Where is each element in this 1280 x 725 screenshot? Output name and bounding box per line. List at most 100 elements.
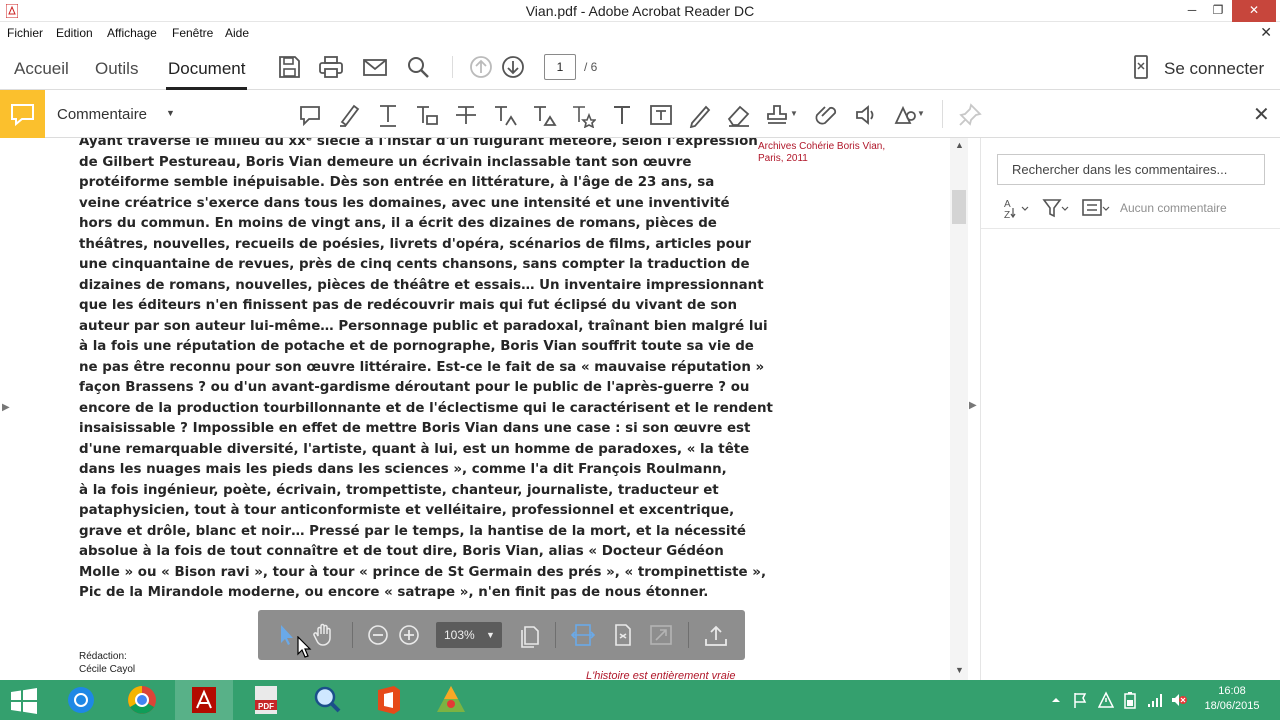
taskbar-app-acrobat[interactable] xyxy=(175,680,233,720)
tab-document[interactable]: Document xyxy=(165,59,248,90)
right-panel-toggle-icon[interactable]: ▶ xyxy=(969,400,977,411)
magnifier-icon xyxy=(314,686,341,713)
menu-affichage[interactable]: Affichage xyxy=(107,26,157,40)
record-audio-icon[interactable] xyxy=(853,102,879,128)
search-icon[interactable] xyxy=(405,54,431,80)
hand-tool-icon[interactable] xyxy=(311,622,337,648)
taskbar-app-office[interactable] xyxy=(360,680,418,720)
vertical-scrollbar[interactable]: ▲ ▼ xyxy=(950,138,968,680)
highlight-icon[interactable] xyxy=(336,102,362,128)
strikethrough-icon[interactable] xyxy=(453,102,479,128)
pencil-icon[interactable] xyxy=(687,102,713,128)
text-box-icon[interactable] xyxy=(648,102,674,128)
menu-edition[interactable]: Edition xyxy=(56,26,93,40)
minimize-button[interactable]: ─ xyxy=(1180,0,1204,22)
zoom-out-icon[interactable] xyxy=(365,622,391,648)
taskbar-app-pdf-tool[interactable]: PDF xyxy=(237,680,295,720)
action-center-icon[interactable] xyxy=(1098,691,1114,709)
add-text-icon[interactable] xyxy=(609,102,635,128)
page-total: / 6 xyxy=(584,60,598,74)
add-note-text-icon[interactable] xyxy=(531,102,557,128)
redaction-credit: Rédaction: Cécile Cayol xyxy=(79,650,135,676)
previous-page-icon[interactable] xyxy=(468,54,494,80)
flag-icon[interactable] xyxy=(1072,691,1088,709)
maximize-button[interactable]: ❐ xyxy=(1206,0,1230,22)
print-icon[interactable] xyxy=(318,54,344,80)
insert-text-icon[interactable] xyxy=(492,102,518,128)
search-comments-input[interactable]: Rechercher dans les commentaires... xyxy=(997,154,1265,185)
document-text-line: une cinquantaine de revues, près de cinq… xyxy=(79,257,750,272)
next-page-icon[interactable] xyxy=(500,54,526,80)
shapes-icon[interactable] xyxy=(893,102,919,128)
page-number-input[interactable]: 1 xyxy=(544,54,576,80)
text-star-icon[interactable] xyxy=(570,102,596,128)
menu-fenetre[interactable]: Fenêtre xyxy=(172,26,213,40)
document-text-line: dizaines de romans, nouvelles, pièces de… xyxy=(79,277,764,293)
menu-aide[interactable]: Aide xyxy=(225,26,249,40)
filter-icon[interactable] xyxy=(1041,196,1071,220)
svg-text:PDF: PDF xyxy=(258,702,274,711)
volume-muted-icon[interactable] xyxy=(1170,691,1188,709)
text-underline-icon[interactable] xyxy=(375,102,401,128)
window-close-button[interactable]: ✕ xyxy=(1232,0,1276,22)
chevron-down-icon: ▼ xyxy=(486,630,495,640)
full-screen-icon[interactable] xyxy=(648,622,674,648)
sort-az-icon[interactable]: A Z xyxy=(1003,196,1033,220)
comment-options-icon[interactable] xyxy=(1081,196,1113,220)
scroll-down-icon[interactable]: ▼ xyxy=(955,665,964,675)
system-clock[interactable]: 16:08 18/06/2015 xyxy=(1196,684,1268,714)
show-hidden-icons-icon[interactable] xyxy=(1050,694,1062,706)
pin-icon[interactable] xyxy=(957,102,983,128)
document-text-line: d'une remarquable diversité, l'artiste, … xyxy=(79,441,750,457)
tab-outils[interactable]: Outils xyxy=(95,59,138,79)
fit-width-icon[interactable] xyxy=(570,622,596,648)
tab-accueil[interactable]: Accueil xyxy=(14,59,69,79)
fit-page-icon[interactable] xyxy=(610,622,636,648)
pdf-file-icon: PDF xyxy=(255,686,277,714)
stamp-dropdown-icon[interactable]: ▼ xyxy=(790,109,798,118)
attach-file-icon[interactable] xyxy=(814,102,840,128)
svg-text:Z: Z xyxy=(1004,210,1010,220)
speech-bubble-icon xyxy=(11,104,34,127)
windows-start-icon[interactable] xyxy=(10,688,38,714)
scroll-up-icon[interactable]: ▲ xyxy=(955,140,964,150)
document-text-line: hors du commun. En moins de vingt ans, i… xyxy=(79,216,717,231)
replace-text-icon[interactable] xyxy=(414,102,440,128)
panel-divider xyxy=(981,228,1280,229)
share-upload-icon[interactable] xyxy=(703,622,729,648)
taskbar-app-settings[interactable] xyxy=(52,680,110,720)
email-icon[interactable] xyxy=(362,54,388,80)
menu-bar: Fichier Edition Affichage Fenêtre Aide ✕ xyxy=(0,22,1280,44)
taskbar-app-magnifier[interactable] xyxy=(298,680,356,720)
sign-in-button[interactable]: Se connecter xyxy=(1164,59,1264,79)
menu-fichier[interactable]: Fichier xyxy=(7,26,43,40)
comments-panel: Rechercher dans les commentaires... A Z … xyxy=(980,138,1280,680)
window-title: Vian.pdf - Adobe Acrobat Reader DC xyxy=(525,3,755,19)
document-close-button[interactable]: ✕ xyxy=(1260,24,1272,41)
zoom-in-icon[interactable] xyxy=(396,622,422,648)
mobile-device-icon xyxy=(1134,55,1148,79)
scrollbar-thumb[interactable] xyxy=(952,190,966,224)
comment-tool-label[interactable]: Commentaire xyxy=(57,106,147,123)
shapes-dropdown-icon[interactable]: ▼ xyxy=(917,109,925,118)
network-signal-icon[interactable] xyxy=(1146,691,1164,709)
save-icon[interactable] xyxy=(276,54,302,80)
document-viewer[interactable]: ▶ Ayant traversé le milieu du xxᵉ siècle… xyxy=(0,138,968,680)
left-panel-toggle-icon[interactable]: ▶ xyxy=(2,402,10,413)
windows-taskbar: PDF 16:08 18/06/2015 xyxy=(0,680,1280,720)
taskbar-app-mapping[interactable] xyxy=(422,680,480,720)
chrome-icon xyxy=(128,686,156,714)
close-comment-tool-button[interactable]: ✕ xyxy=(1253,102,1270,127)
battery-icon[interactable] xyxy=(1122,691,1138,709)
stamp-icon[interactable] xyxy=(765,102,791,128)
zoom-level-select[interactable]: 103% ▼ xyxy=(436,622,502,648)
document-text-line: à la fois une réputation de potache et d… xyxy=(79,339,754,354)
taskbar-app-chrome[interactable] xyxy=(113,680,171,720)
eraser-icon[interactable] xyxy=(726,102,752,128)
floating-page-toolbar: 103% ▼ xyxy=(258,610,745,660)
image-caption: Archives Cohérie Boris Vian, Paris, 2011 xyxy=(758,141,886,164)
page-view-icon[interactable] xyxy=(517,622,543,648)
chevron-down-icon[interactable]: ▼ xyxy=(166,108,175,118)
sticky-note-icon[interactable] xyxy=(297,102,323,128)
document-text-line: grave et drôle, blanc et noir… Pressé pa… xyxy=(79,523,746,539)
